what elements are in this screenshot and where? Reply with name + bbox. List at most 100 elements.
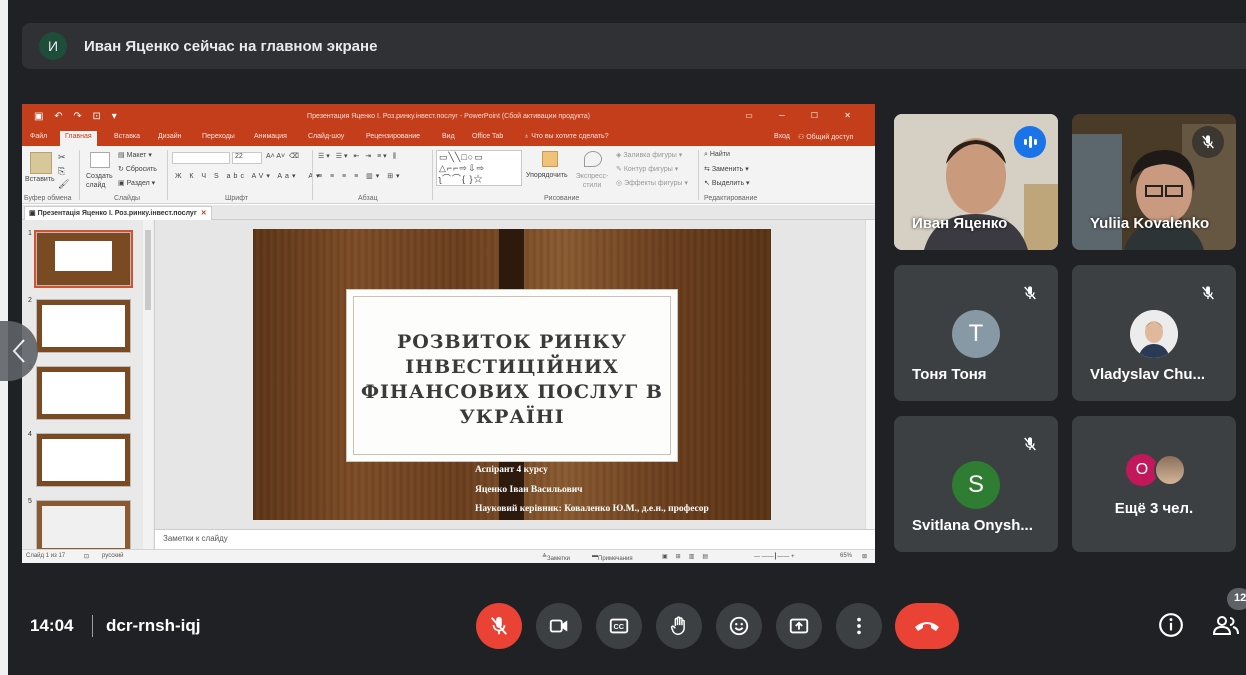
divider <box>79 150 80 200</box>
raise-hand-button[interactable] <box>656 603 702 649</box>
ribbon: Вставить ✂ ⎘ 🖌 Буфер обмена Создать слай… <box>22 146 875 204</box>
reactions-button[interactable] <box>716 603 762 649</box>
share-button[interactable]: ⚇ Общий доступ <box>798 133 853 141</box>
shape-outline-button[interactable]: ✎ Контур фигуры ▾ <box>616 165 678 173</box>
tab-view[interactable]: Вид <box>442 133 455 140</box>
view-buttons[interactable]: ▣⊞▥▤ <box>662 553 716 560</box>
more-participants-label: Ещё 3 чел. <box>1114 500 1194 517</box>
format-painter-icon[interactable]: 🖌 <box>58 179 69 190</box>
thumbnails-scrollbar[interactable] <box>143 220 153 549</box>
tab-insert[interactable]: Вставка <box>114 133 140 140</box>
more-options-button[interactable] <box>836 603 882 649</box>
quick-styles-button[interactable]: Экспресс-стили <box>572 172 612 190</box>
avatar: S <box>952 461 1000 509</box>
title-card: РОЗВИТОК РИНКУ ІНВЕСТИЦІЙНИХ ФІНАНСОВИХ … <box>346 289 678 462</box>
more-participants-tile[interactable]: О Ещё 3 чел. <box>1072 416 1236 552</box>
shape-effects-button[interactable]: ◎ Эффекты фигуры ▾ <box>616 179 688 187</box>
info-icon <box>1159 613 1183 637</box>
slide-thumb-2[interactable] <box>36 299 131 353</box>
slide-thumbnails[interactable]: 1 2 3 4 5 <box>22 220 155 554</box>
font-format-buttons[interactable]: Ж К Ч S abc AV▾ Aa▾ A▾ <box>175 172 323 180</box>
presenter-avatar: И <box>39 32 67 60</box>
current-slide[interactable]: РОЗВИТОК РИНКУ ІНВЕСТИЦІЙНИХ ФІНАНСОВИХ … <box>253 229 771 520</box>
tab-home[interactable]: Главная <box>60 131 97 146</box>
spellcheck-icon[interactable]: ⊡ <box>84 553 89 560</box>
reset-button[interactable]: ↻ Сбросить <box>118 165 157 173</box>
align-buttons[interactable]: ≡ ≡ ≡ ≡ ▥▾ ⊞▾ <box>318 172 403 180</box>
scroll-thumb[interactable] <box>145 230 151 310</box>
quick-styles-icon[interactable] <box>584 151 602 167</box>
present-button[interactable] <box>776 603 822 649</box>
presenting-banner: И Иван Яценко сейчас на главном экране <box>22 23 1246 69</box>
toggle-mic-button[interactable] <box>476 603 522 649</box>
tab-transitions[interactable]: Переходы <box>202 133 235 140</box>
more-options-icon <box>857 617 861 635</box>
comments-toggle[interactable]: ▬ Примечания <box>592 553 633 562</box>
replace-button[interactable]: ⇆ Заменить ▾ <box>704 165 749 173</box>
section-button[interactable]: ▣ Раздел ▾ <box>118 179 155 187</box>
slide-thumb-1[interactable] <box>34 230 133 288</box>
document-tab[interactable]: ▣ Презентація Яценко І. Роз.ринку.інвест… <box>24 206 212 220</box>
new-slide-button[interactable]: Создать слайд <box>86 172 116 190</box>
mic-off-icon <box>1014 277 1046 309</box>
copy-icon[interactable]: ⎘ <box>58 166 65 177</box>
avatar <box>1154 454 1186 486</box>
participant-tile-svitlana[interactable]: S Svitlana Onysh... <box>894 416 1058 552</box>
avatar <box>1130 310 1178 358</box>
tab-slideshow[interactable]: Слайд-шоу <box>308 133 344 140</box>
shared-screen[interactable]: ▣ ↶ ↷ ⊡ ▾ Презентация Яценко І. Роз.ринк… <box>22 104 875 563</box>
toggle-camera-button[interactable] <box>536 603 582 649</box>
arrange-icon[interactable] <box>542 151 558 167</box>
participants-button[interactable] <box>1208 609 1244 641</box>
scissors-icon[interactable]: ✂ <box>58 152 66 163</box>
participant-name: Vladyslav Chu... <box>1090 366 1206 383</box>
avatar: Т <box>952 310 1000 358</box>
notes-toggle[interactable]: ≙ Заметки <box>542 553 570 562</box>
notes-pane[interactable]: Заметки к слайду <box>155 529 875 549</box>
tab-design[interactable]: Дизайн <box>158 133 182 140</box>
participant-tile-ivan[interactable]: Иван Яценко <box>894 114 1058 250</box>
author-line-2: Яценко Іван Васильович <box>475 485 583 495</box>
tab-animation[interactable]: Анимация <box>254 133 287 140</box>
captions-button[interactable]: CC <box>596 603 642 649</box>
zoom-slider[interactable]: — ——┃—— + <box>754 553 794 560</box>
slide-thumb-3[interactable] <box>36 366 131 420</box>
list-buttons[interactable]: ☰▾ ☰▾ ⇤ ⇥ ≡▾ ⫼ <box>318 152 398 161</box>
leave-call-button[interactable] <box>895 603 959 649</box>
shape-fill-button[interactable]: ◈ Заливка фигуры ▾ <box>616 151 682 159</box>
new-slide-icon[interactable] <box>90 152 110 168</box>
close-icon[interactable]: ✕ <box>201 210 207 217</box>
font-family-select[interactable] <box>172 152 230 164</box>
select-button[interactable]: ↖ Выделить ▾ <box>704 179 750 187</box>
tab-file[interactable]: Файл <box>30 133 47 140</box>
arrange-button[interactable]: Упорядочить <box>526 172 568 179</box>
slide-canvas[interactable]: РОЗВИТОК РИНКУ ІНВЕСТИЦІЙНИХ ФІНАНСОВИХ … <box>155 220 875 529</box>
layout-button[interactable]: ▤ Макет ▾ <box>118 151 152 159</box>
participant-name: Svitlana Onysh... <box>912 517 1033 534</box>
participant-tile-tonya[interactable]: Т Тоня Тоня <box>894 265 1058 401</box>
language-label[interactable]: русский <box>102 553 124 559</box>
zoom-level[interactable]: 65% <box>840 553 852 559</box>
meeting-time: 14:04 <box>30 616 74 635</box>
font-size-select[interactable]: 22 <box>232 152 262 164</box>
paste-icon[interactable] <box>30 152 52 174</box>
font-grow-icon[interactable]: A˄ A˅ ⌫ <box>266 152 299 160</box>
thumb-number: 5 <box>28 498 32 505</box>
tell-me-search[interactable]: ♁ Что вы хотите сделать? <box>524 133 609 140</box>
participant-tile-yuliia[interactable]: Yuliia Kovalenko <box>1072 114 1236 250</box>
find-button[interactable]: ⌕ Найти <box>704 151 730 159</box>
meeting-details-button[interactable] <box>1155 609 1187 641</box>
tab-office-tab[interactable]: Office Tab <box>472 133 503 140</box>
fit-slide-icon[interactable]: ⊠ <box>862 553 867 560</box>
people-icon <box>1212 616 1239 635</box>
paste-button[interactable]: Вставить <box>25 176 55 183</box>
slide-scrollbar[interactable] <box>865 220 875 529</box>
slide-thumb-4[interactable] <box>36 433 131 487</box>
tab-review[interactable]: Рецензирование <box>366 133 420 140</box>
signin-link[interactable]: Вход <box>774 133 790 140</box>
window-controls[interactable]: ▭ ─ ☐ ✕ <box>745 111 863 120</box>
participant-count-badge: 12 <box>1227 588 1246 610</box>
shapes-gallery[interactable]: ▭╲╲□○▭ △⌐⌐⇨⇩⇨ ʅ⌒⌒{ }☆ <box>436 150 522 186</box>
participant-tile-vladyslav[interactable]: Vladyslav Chu... <box>1072 265 1236 401</box>
slide-thumb-5[interactable] <box>36 500 131 554</box>
